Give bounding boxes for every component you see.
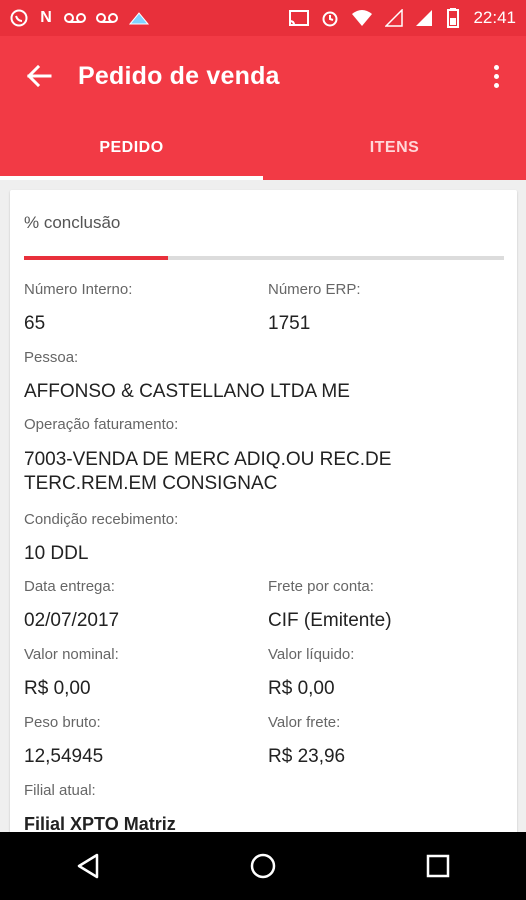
order-card: % conclusão Número Interno: 65 Número ER…	[10, 190, 517, 832]
data-entrega-label: Data entrega:	[24, 578, 115, 595]
operacao-faturamento-line-1: 7003-VENDA DE MERC ADIQ.OU REC.DE	[24, 449, 392, 470]
frete-por-conta-label: Frete por conta:	[268, 578, 374, 595]
battery-icon	[445, 8, 461, 28]
signal-icon	[385, 9, 404, 27]
data-entrega-value: 02/07/2017	[24, 610, 120, 631]
arrow-back-icon[interactable]	[0, 36, 78, 116]
status-bar: N 22:41	[0, 0, 526, 36]
recents-square-icon[interactable]	[403, 839, 473, 893]
numero-interno-label: Número Interno:	[24, 281, 133, 298]
progress-bar	[24, 256, 504, 260]
status-right-icons: 22:41	[289, 8, 516, 28]
status-time: 22:41	[473, 8, 516, 27]
condicao-recebimento-label: Condição recebimento:	[24, 511, 179, 528]
operacao-faturamento-label: Operação faturamento:	[24, 416, 179, 433]
tab-bar: PEDIDO ITENS	[0, 116, 526, 180]
filial-atual-value: Filial XPTO Matriz	[24, 814, 176, 832]
numero-interno-value: 65	[24, 313, 46, 334]
home-circle-icon[interactable]	[228, 839, 298, 893]
tab-pedido[interactable]: PEDIDO	[0, 116, 263, 180]
tab-itens[interactable]: ITENS	[263, 116, 526, 180]
app-bar: Pedido de venda	[0, 36, 526, 116]
peso-bruto-label: Peso bruto:	[24, 714, 101, 731]
valor-nominal-value: R$ 0,00	[24, 678, 91, 699]
pessoa-label: Pessoa:	[24, 349, 79, 366]
netflix-icon: N	[40, 9, 52, 26]
signal-icon	[415, 9, 433, 27]
frete-por-conta-value: CIF (Emitente)	[268, 610, 392, 631]
alarm-icon	[321, 9, 339, 27]
content-area[interactable]: % conclusão Número Interno: 65 Número ER…	[0, 180, 526, 832]
numero-erp-value: 1751	[268, 313, 311, 334]
condicao-recebimento-value: 10 DDL	[24, 543, 89, 564]
whatsapp-icon	[10, 9, 28, 27]
operacao-faturamento-value: 7003-VENDA DE MERC ADIQ.OU REC.DE TERC.R…	[24, 448, 454, 496]
status-left-icons: N	[10, 9, 150, 27]
valor-nominal-label: Valor nominal:	[24, 646, 119, 663]
page-title: Pedido de venda	[78, 61, 280, 90]
progress-fill	[24, 256, 168, 260]
valor-frete-label: Valor frete:	[268, 714, 341, 731]
system-nav-bar	[0, 832, 526, 900]
pessoa-value: AFFONSO & CASTELLANO LTDA ME	[24, 381, 350, 402]
cloud-app-icon	[128, 9, 150, 27]
valor-liquido-value: R$ 0,00	[268, 678, 335, 699]
more-vert-icon[interactable]	[466, 36, 526, 116]
filial-atual-label: Filial atual:	[24, 782, 96, 799]
progress-label: % conclusão	[24, 213, 121, 232]
voicemail-icon	[96, 9, 118, 27]
numero-erp-label: Número ERP:	[268, 281, 361, 298]
valor-liquido-label: Valor líquido:	[268, 646, 355, 663]
voicemail-icon	[64, 9, 86, 27]
valor-frete-value: R$ 23,96	[268, 746, 346, 767]
peso-bruto-value: 12,54945	[24, 746, 104, 767]
operacao-faturamento-line-2: TERC.REM.EM CONSIGNAC	[24, 473, 278, 494]
cast-icon	[289, 9, 310, 27]
wifi-icon	[351, 9, 373, 27]
back-triangle-icon[interactable]	[53, 839, 123, 893]
